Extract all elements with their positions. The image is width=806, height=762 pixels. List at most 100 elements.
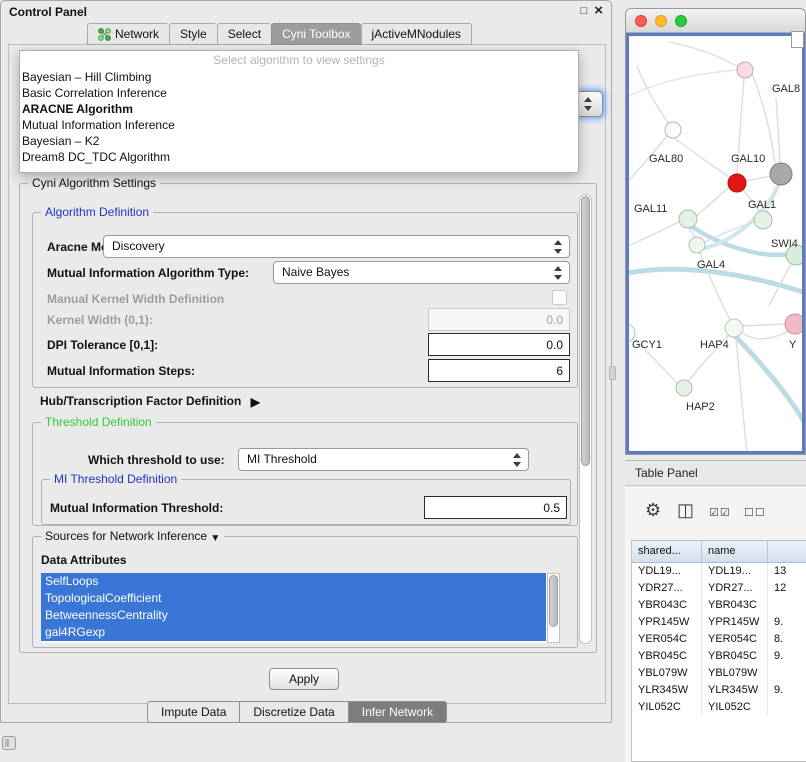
settings-scrollbar[interactable] (579, 194, 592, 644)
dropdown-option[interactable]: Basic Correlation Inference (20, 85, 578, 101)
table-cell (768, 665, 806, 682)
network-node[interactable] (754, 211, 772, 229)
tab-infer-network[interactable]: Infer Network (348, 701, 447, 723)
table-row[interactable]: YBR043CYBR043C (632, 597, 806, 614)
network-node[interactable] (689, 237, 705, 253)
table-row[interactable]: YLR345WYLR345W9. (632, 682, 806, 699)
table-cell: 9. (768, 648, 806, 665)
node-label: GAL11 (634, 203, 667, 215)
mi-steps-field[interactable] (428, 359, 570, 382)
table-column-header[interactable]: name (702, 541, 768, 562)
network-node[interactable] (728, 174, 746, 192)
tab-select[interactable]: Select (217, 23, 271, 45)
cyni-algorithm-settings-group: Cyni Algorithm Settings Algorithm Defini… (19, 183, 597, 653)
table-row[interactable]: YBL079WYBL079W (632, 665, 806, 682)
tab-jactivemnodules[interactable]: jActiveMNodules (361, 23, 472, 45)
table-panel: ⚙ ◫ ☑☑ ☐☐ shared...name YDL19...YDL19...… (625, 487, 806, 762)
node-table: shared...name YDL19...YDL19...13YDR27...… (631, 540, 806, 762)
scrollbar-button[interactable] (791, 31, 804, 48)
mi-algorithm-type-select[interactable]: Naive Bayes (273, 261, 570, 284)
table-row[interactable]: YBR045CYBR045C9. (632, 648, 806, 665)
close-traffic-light[interactable] (635, 15, 647, 27)
gear-icon[interactable]: ⚙ (645, 500, 661, 521)
node-label: GAL10 (731, 153, 765, 165)
network-node[interactable] (770, 163, 792, 185)
dropdown-option[interactable]: Bayesian – K2 (20, 133, 578, 149)
restore-panel-icon[interactable] (2, 736, 16, 750)
select-all-checks-icon[interactable]: ☑☑ (709, 506, 731, 519)
threshold-definition-group: Threshold Definition Which threshold to … (32, 422, 578, 526)
zoom-traffic-light[interactable] (675, 15, 687, 27)
algorithm-select-button[interactable] (575, 91, 603, 117)
manual-kernel-width-checkbox[interactable] (552, 290, 567, 305)
cyni-bottom-tabs: Impute Data Discretize Data Infer Networ… (147, 701, 447, 723)
tab-label: Style (180, 27, 207, 41)
attribute-list-item[interactable]: TopologicalCoefficient (41, 590, 546, 607)
network-node[interactable] (725, 319, 743, 337)
hub-label: Hub/Transcription Factor Definition (40, 394, 241, 408)
scrollbar-thumb[interactable] (549, 575, 558, 627)
scrollbar-thumb[interactable] (581, 196, 590, 466)
table-column-header[interactable]: shared... (632, 541, 702, 562)
combo-arrows-icon (554, 266, 563, 280)
mi-algorithm-type-label: Mutual Information Algorithm Type: (47, 266, 249, 280)
deselect-all-checks-icon[interactable]: ☐☐ (744, 506, 766, 519)
columns-icon[interactable]: ◫ (677, 500, 694, 521)
tab-impute-data[interactable]: Impute Data (147, 701, 239, 723)
tab-style[interactable]: Style (169, 23, 217, 45)
table-body: YDL19...YDL19...13YDR27...YDR27...12YBR0… (632, 563, 806, 716)
kernel-width-field[interactable] (428, 308, 570, 331)
table-cell: YDL19... (632, 563, 702, 580)
dropdown-option[interactable]: Mutual Information Inference (20, 117, 578, 133)
node-label: HAP2 (686, 401, 715, 413)
splitter-handle[interactable] (609, 366, 616, 380)
sources-group-toggle[interactable]: Sources for Network Inference ▼ (41, 529, 224, 544)
network-node[interactable] (785, 314, 804, 334)
dropdown-option[interactable]: ARACNE Algorithm (20, 101, 578, 117)
tab-label: Select (228, 27, 261, 41)
table-row[interactable]: YER054CYER054C8. (632, 631, 806, 648)
table-cell: 9. (768, 614, 806, 631)
data-attributes-list: SelfLoopsTopologicalCoefficientBetweenne… (41, 573, 560, 643)
dropdown-option[interactable]: Bayesian – Hill Climbing (20, 69, 578, 85)
attribute-list-item[interactable]: BetweennessCentrality (41, 607, 546, 624)
float-window-icon[interactable]: □ (581, 3, 588, 19)
network-node[interactable] (676, 380, 692, 396)
tab-discretize-data[interactable]: Discretize Data (239, 701, 347, 723)
node-label: SWI4 (771, 238, 798, 250)
attribute-list-item[interactable]: SelfLoops (41, 573, 546, 590)
dpi-tolerance-field[interactable] (428, 333, 570, 356)
mi-threshold-field[interactable] (424, 496, 567, 519)
combo-value: Discovery (112, 239, 165, 253)
network-graph: GAL8GAL80GAL10GAL11GAL1SWI4GAL4GCY1HAP4Y… (629, 36, 804, 453)
tab-network[interactable]: Network (87, 23, 169, 45)
aracne-mode-select[interactable]: Discovery (103, 235, 570, 258)
mi-steps-label: Mutual Information Steps: (47, 364, 195, 378)
network-edge (637, 66, 669, 124)
table-row[interactable]: YPR145WYPR145W9. (632, 614, 806, 631)
mi-threshold-label: Mutual Information Threshold: (50, 501, 223, 515)
network-node[interactable] (679, 210, 697, 228)
table-row[interactable]: YDR27...YDR27...12 (632, 580, 806, 597)
network-node[interactable] (737, 62, 753, 78)
network-view-window: GAL8GAL80GAL10GAL11GAL1SWI4GAL4GCY1HAP4Y… (625, 8, 806, 455)
network-edge (669, 42, 738, 67)
apply-button[interactable]: Apply (269, 668, 339, 690)
tab-cyni-toolbox[interactable]: Cyni Toolbox (271, 23, 360, 45)
close-window-icon[interactable]: × (594, 3, 603, 19)
attribute-list-item[interactable]: gal4RGexp (41, 624, 546, 641)
network-node[interactable] (665, 122, 681, 138)
table-cell (768, 699, 806, 716)
network-canvas[interactable]: GAL8GAL80GAL10GAL11GAL1SWI4GAL4GCY1HAP4Y… (626, 33, 805, 454)
attributes-scrollbar[interactable] (547, 573, 560, 643)
hub-transcription-factor-toggle[interactable]: Hub/Transcription Factor Definition ▶ (40, 394, 260, 409)
table-row[interactable]: YIL052CYIL052C (632, 699, 806, 716)
node-label: GCY1 (632, 339, 662, 351)
table-cell: 12 (768, 580, 806, 597)
minimize-traffic-light[interactable] (655, 15, 667, 27)
network-window-titlebar[interactable] (626, 9, 805, 33)
table-row[interactable]: YDL19...YDL19...13 (632, 563, 806, 580)
table-column-header[interactable] (768, 541, 806, 562)
which-threshold-select[interactable]: MI Threshold (238, 448, 529, 471)
dropdown-option[interactable]: Dream8 DC_TDC Algorithm (20, 149, 578, 165)
